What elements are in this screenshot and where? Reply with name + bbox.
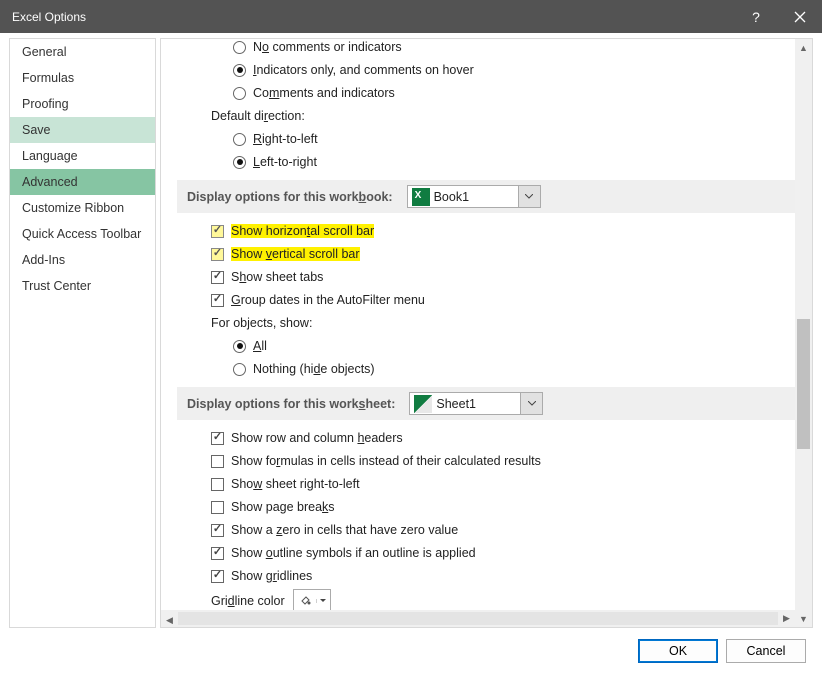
radio-objects-all[interactable]: All: [177, 336, 796, 356]
section-display-workbook: Display options for this workbook: Book1: [177, 180, 796, 213]
checkbox-show-outline-symbols[interactable]: Show outline symbols if an outline is ap…: [177, 543, 796, 563]
scroll-up-icon[interactable]: ▲: [795, 39, 812, 56]
checkbox-icon: [211, 225, 224, 238]
radio-comments-and-indicators[interactable]: Comments and indicators: [177, 83, 796, 103]
scroll-right-icon[interactable]: ▶: [778, 610, 795, 627]
checkbox-icon: [211, 524, 224, 537]
gridline-color-picker[interactable]: [293, 589, 331, 612]
checkbox-group-dates-autofilter[interactable]: Group dates in the AutoFilter menu: [177, 290, 796, 310]
checkbox-icon: [211, 455, 224, 468]
checkbox-show-page-breaks[interactable]: Show page breaks: [177, 497, 796, 517]
checkbox-icon: [211, 547, 224, 560]
category-sidebar: General Formulas Proofing Save Language …: [9, 38, 156, 628]
sidebar-item-customize-ribbon[interactable]: Customize Ribbon: [10, 195, 155, 221]
default-direction-label: Default direction:: [177, 106, 796, 126]
radio-right-to-left[interactable]: Right-to-left: [177, 129, 796, 149]
sidebar-item-advanced[interactable]: Advanced: [10, 169, 155, 195]
checkbox-show-formulas-in-cells[interactable]: Show formulas in cells instead of their …: [177, 451, 796, 471]
sidebar-item-general[interactable]: General: [10, 39, 155, 65]
sidebar-item-save[interactable]: Save: [10, 117, 155, 143]
dialog-footer: OK Cancel: [0, 633, 822, 668]
options-content-pane: No comments or indicators Indicators onl…: [160, 38, 813, 628]
cancel-button[interactable]: Cancel: [726, 639, 806, 663]
excel-workbook-icon: [412, 188, 430, 206]
workbook-dropdown[interactable]: Book1: [407, 185, 541, 208]
radio-icon: [233, 41, 246, 54]
checkbox-icon: [211, 294, 224, 307]
chevron-down-icon: [316, 599, 330, 603]
window-title: Excel Options: [12, 10, 734, 24]
checkbox-show-zero-in-cells[interactable]: Show a zero in cells that have zero valu…: [177, 520, 796, 540]
radio-indicators-only[interactable]: Indicators only, and comments on hover: [177, 60, 796, 80]
checkbox-show-gridlines[interactable]: Show gridlines: [177, 566, 796, 586]
scroll-left-icon[interactable]: ◀: [161, 612, 178, 628]
checkbox-icon: [211, 271, 224, 284]
sidebar-item-language[interactable]: Language: [10, 143, 155, 169]
radio-no-comments[interactable]: No comments or indicators: [177, 39, 796, 57]
close-button[interactable]: [778, 0, 822, 33]
sidebar-item-quick-access-toolbar[interactable]: Quick Access Toolbar: [10, 221, 155, 247]
radio-left-to-right[interactable]: Left-to-right: [177, 152, 796, 172]
vertical-scrollbar[interactable]: ▲ ▼: [795, 39, 812, 627]
help-button[interactable]: ?: [734, 0, 778, 33]
radio-icon: [233, 340, 246, 353]
checkbox-icon: [211, 432, 224, 445]
radio-objects-nothing[interactable]: Nothing (hide objects): [177, 359, 796, 379]
gridline-color-row: Gridline color: [177, 589, 796, 612]
title-bar: Excel Options ?: [0, 0, 822, 33]
chevron-down-icon: [518, 186, 540, 207]
sidebar-item-trust-center[interactable]: Trust Center: [10, 273, 155, 299]
section-display-worksheet: Display options for this worksheet: Shee…: [177, 387, 796, 420]
sidebar-item-formulas[interactable]: Formulas: [10, 65, 155, 91]
scrollbar-thumb[interactable]: [797, 319, 810, 449]
checkbox-show-vertical-scroll-bar[interactable]: Show vertical scroll bar: [177, 244, 796, 264]
checkbox-icon: [211, 248, 224, 261]
checkbox-icon: [211, 570, 224, 583]
scrollbar-thumb[interactable]: [178, 612, 778, 625]
chevron-down-icon: [520, 393, 542, 414]
checkbox-show-sheet-tabs[interactable]: Show sheet tabs: [177, 267, 796, 287]
radio-icon: [233, 133, 246, 146]
scroll-down-icon[interactable]: ▼: [795, 610, 812, 627]
ok-button[interactable]: OK: [638, 639, 718, 663]
horizontal-scrollbar[interactable]: ◀ ▶: [161, 610, 795, 627]
sidebar-item-add-ins[interactable]: Add-Ins: [10, 247, 155, 273]
radio-icon: [233, 156, 246, 169]
radio-icon: [233, 87, 246, 100]
checkbox-show-horizontal-scroll-bar[interactable]: Show horizontal scroll bar: [177, 221, 796, 241]
paint-bucket-icon: [294, 594, 316, 608]
worksheet-dropdown[interactable]: Sheet1: [409, 392, 543, 415]
checkbox-icon: [211, 478, 224, 491]
checkbox-icon: [211, 501, 224, 514]
sidebar-item-proofing[interactable]: Proofing: [10, 91, 155, 117]
for-objects-show-label: For objects, show:: [177, 313, 796, 333]
radio-icon: [233, 363, 246, 376]
checkbox-show-sheet-rtl[interactable]: Show sheet right-to-left: [177, 474, 796, 494]
radio-icon: [233, 64, 246, 77]
checkbox-show-row-column-headers[interactable]: Show row and column headers: [177, 428, 796, 448]
excel-worksheet-icon: [414, 395, 432, 413]
